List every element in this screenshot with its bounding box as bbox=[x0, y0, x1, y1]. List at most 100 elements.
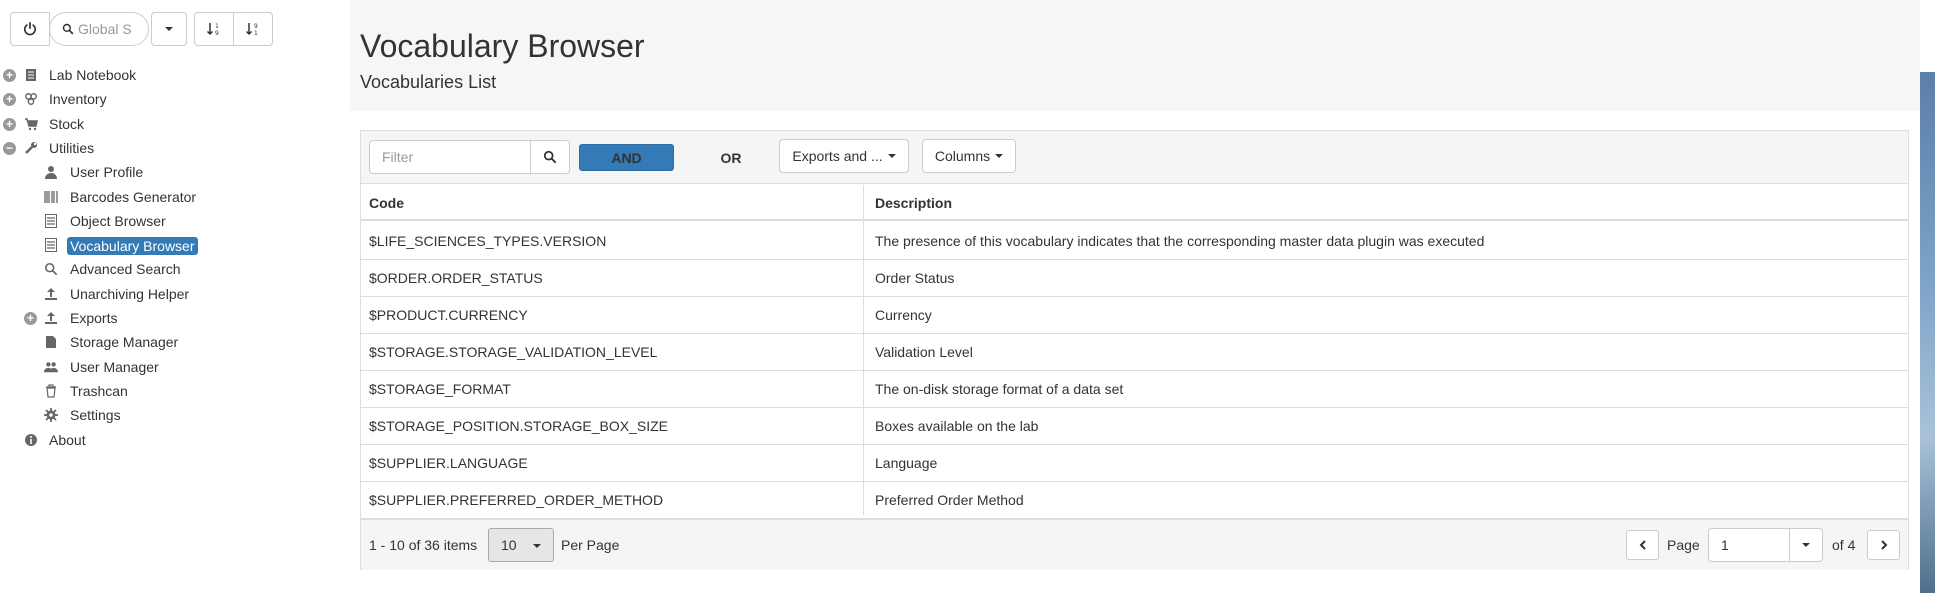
column-divider bbox=[863, 185, 864, 515]
expand-icon[interactable]: + bbox=[3, 117, 16, 131]
page-dropdown-button[interactable] bbox=[1789, 528, 1823, 562]
sidebar-item-user-manager[interactable]: User Manager bbox=[0, 357, 340, 379]
table-row[interactable]: $SUPPLIER.LANGUAGE Language bbox=[361, 445, 1908, 482]
search-icon bbox=[62, 23, 74, 35]
sort-descending-button[interactable]: 91 bbox=[233, 12, 273, 46]
global-search-input[interactable]: Global S bbox=[49, 12, 149, 46]
svg-text:1: 1 bbox=[254, 30, 258, 37]
columns-label: Columns bbox=[934, 148, 991, 164]
sidebar-item-advanced-search[interactable]: Advanced Search bbox=[0, 259, 340, 281]
inventory-icon bbox=[24, 92, 38, 106]
sidebar-item-label: Advanced Search bbox=[70, 261, 181, 278]
sidebar-item-inventory[interactable]: + Inventory bbox=[0, 89, 340, 111]
and-toggle-button[interactable]: AND bbox=[579, 144, 674, 171]
cell-description: Preferred Order Method bbox=[875, 492, 1024, 508]
cart-icon bbox=[24, 117, 38, 131]
cell-description: Validation Level bbox=[875, 344, 973, 360]
table-row[interactable]: $LIFE_SCIENCES_TYPES.VERSION The presence… bbox=[361, 223, 1908, 260]
search-icon bbox=[44, 262, 58, 276]
list-icon bbox=[44, 213, 58, 228]
upload-icon bbox=[44, 287, 58, 301]
sidebar-item-stock[interactable]: + Stock bbox=[0, 114, 340, 136]
sidebar-item-label: Vocabulary Browser bbox=[67, 237, 198, 256]
sort-asc-icon: 19 bbox=[206, 23, 219, 37]
sidebar-item-object-browser[interactable]: Object Browser bbox=[0, 211, 340, 233]
sort-desc-icon: 91 bbox=[245, 23, 258, 37]
next-page-button[interactable] bbox=[1867, 530, 1900, 560]
page-title: Vocabulary Browser bbox=[360, 28, 645, 64]
caret-down-icon bbox=[995, 154, 1004, 158]
table-header: Code Description bbox=[361, 185, 1908, 221]
page-size-select[interactable]: 10 bbox=[488, 528, 554, 562]
list-icon bbox=[44, 238, 58, 253]
sidebar-item-label: Lab Notebook bbox=[49, 67, 137, 83]
items-summary: 1 - 10 of 36 items bbox=[369, 537, 478, 553]
cell-description: Boxes available on the lab bbox=[875, 418, 1039, 434]
sidebar-item-label: Stock bbox=[49, 115, 85, 132]
expand-icon[interactable]: + bbox=[24, 312, 37, 325]
table-row[interactable]: $STORAGE.STORAGE_VALIDATION_LEVEL Validat… bbox=[361, 334, 1908, 371]
table-row[interactable]: $PRODUCT.CURRENCY Currency bbox=[361, 297, 1908, 334]
expand-icon[interactable]: + bbox=[3, 93, 16, 107]
exports-label: Exports and ... bbox=[792, 148, 883, 164]
info-icon bbox=[24, 433, 38, 447]
table-row[interactable]: $ORDER.ORDER_STATUS Order Status bbox=[361, 260, 1908, 297]
sidebar-item-user-profile[interactable]: User Profile bbox=[0, 162, 340, 184]
cell-description: Order Status bbox=[875, 270, 955, 286]
power-button[interactable] bbox=[10, 12, 50, 46]
sidebar-item-label: Barcodes Generator bbox=[70, 188, 197, 205]
vocabulary-grid: Filter AND OR Exports and ... Columns Co… bbox=[360, 130, 1909, 570]
cell-description: Currency bbox=[875, 307, 932, 323]
caret-down-icon bbox=[165, 27, 173, 31]
filter-input[interactable]: Filter bbox=[369, 140, 531, 174]
wrench-icon bbox=[24, 141, 38, 155]
cell-code: $PRODUCT.CURRENCY bbox=[369, 307, 528, 323]
sidebar-item-label: About bbox=[49, 431, 86, 448]
or-toggle-button[interactable]: OR bbox=[701, 144, 761, 171]
page-number-input[interactable]: 1 bbox=[1708, 528, 1790, 562]
sidebar-item-lab-notebook[interactable]: + Lab Notebook bbox=[0, 65, 340, 87]
export-icon bbox=[44, 311, 58, 325]
collapse-icon[interactable]: − bbox=[3, 141, 16, 155]
sidebar-item-barcodes-generator[interactable]: Barcodes Generator bbox=[0, 187, 340, 209]
sidebar-item-unarchiving-helper[interactable]: Unarchiving Helper bbox=[0, 284, 340, 306]
total-pages-label: of 4 bbox=[1832, 537, 1856, 553]
user-icon bbox=[44, 165, 58, 180]
sidebar-item-about[interactable]: About bbox=[0, 430, 340, 452]
sidebar-item-label: User Manager bbox=[70, 358, 159, 375]
cell-code: $SUPPLIER.PREFERRED_ORDER_METHOD bbox=[369, 492, 664, 508]
exports-dropdown-button[interactable]: Exports and ... bbox=[779, 139, 909, 173]
barcode-icon bbox=[44, 190, 58, 204]
sidebar-item-label: User Profile bbox=[70, 164, 144, 181]
table-row[interactable]: $STORAGE_FORMAT The on-disk storage forma… bbox=[361, 371, 1908, 408]
search-options-dropdown[interactable] bbox=[151, 12, 187, 46]
cell-description: The on-disk storage format of a data set bbox=[875, 381, 1124, 397]
previous-page-button[interactable] bbox=[1626, 530, 1659, 560]
page-subtitle: Vocabularies List bbox=[360, 72, 497, 92]
notebook-icon bbox=[24, 68, 38, 82]
sidebar-item-exports[interactable]: + Exports bbox=[0, 308, 340, 330]
sidebar-item-storage-manager[interactable]: Storage Manager bbox=[0, 332, 340, 354]
column-header-code[interactable]: Code bbox=[369, 185, 404, 221]
sidebar-item-label: Utilities bbox=[49, 139, 95, 156]
columns-dropdown-button[interactable]: Columns bbox=[922, 139, 1016, 173]
sidebar-item-vocabulary-browser[interactable]: Vocabulary Browser bbox=[0, 235, 340, 257]
sidebar-item-trashcan[interactable]: Trashcan bbox=[0, 381, 340, 403]
top-toolbar: Global S 19 91 bbox=[10, 12, 273, 46]
column-header-description[interactable]: Description bbox=[875, 185, 952, 221]
sidebar-item-label: Storage Manager bbox=[70, 334, 179, 351]
svg-text:9: 9 bbox=[254, 23, 258, 30]
sort-ascending-button[interactable]: 19 bbox=[194, 12, 234, 46]
table-row[interactable]: $STORAGE_POSITION.STORAGE_BOX_SIZE Boxes … bbox=[361, 408, 1908, 445]
cell-description: Language bbox=[875, 455, 938, 471]
chevron-left-icon bbox=[1639, 540, 1646, 550]
page-size-value: 10 bbox=[501, 537, 517, 553]
sidebar-item-label: Inventory bbox=[49, 91, 107, 108]
expand-icon[interactable]: + bbox=[3, 69, 16, 82]
sidebar-item-utilities[interactable]: − Utilities bbox=[0, 138, 340, 160]
sidebar-item-settings[interactable]: Settings bbox=[0, 405, 340, 427]
filter-search-button[interactable] bbox=[530, 140, 570, 174]
table-row[interactable]: $SUPPLIER.PREFERRED_ORDER_METHOD Preferre… bbox=[361, 482, 1908, 519]
cell-code: $SUPPLIER.LANGUAGE bbox=[369, 455, 528, 471]
file-icon bbox=[44, 335, 58, 349]
